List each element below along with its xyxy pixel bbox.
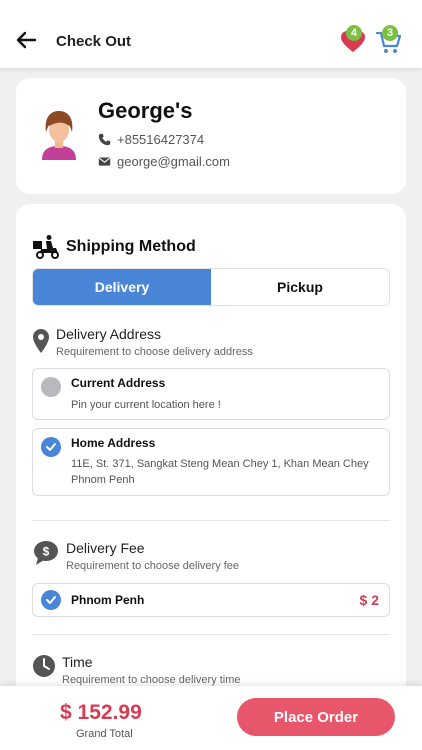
svg-text:$: $ <box>43 545 50 559</box>
delivery-address-title: Delivery Address <box>56 326 162 342</box>
fee-option-phnom-penh[interactable]: Phnom Penh $ 2 <box>32 583 390 617</box>
address-option-current[interactable]: Current Address Pin your current locatio… <box>32 368 390 420</box>
phone-icon <box>98 133 111 146</box>
delivery-address-header: Delivery Address Requirement to choose d… <box>32 326 253 358</box>
grand-total-amount: $ 152.99 <box>60 701 142 724</box>
location-pin-icon <box>33 329 49 353</box>
address-option-detail: Pin your current location here ! <box>71 399 221 411</box>
cart-count-badge: 3 <box>382 25 398 41</box>
address-option-detail: 11E, St. 371, Sangkat Steng Mean Chey 1,… <box>71 458 369 486</box>
shipping-method-title: Shipping Method <box>66 238 196 255</box>
place-order-button[interactable]: Place Order <box>237 698 395 736</box>
address-option-title: Current Address <box>71 376 166 390</box>
profile-name: George's <box>98 98 193 123</box>
shipping-method-tabs: Delivery Pickup <box>32 268 390 306</box>
envelope-icon <box>98 157 111 166</box>
tab-delivery[interactable]: Delivery <box>33 269 211 305</box>
back-arrow-icon[interactable] <box>14 28 38 52</box>
delivery-fee-header: $ Delivery Fee Requirement to choose del… <box>32 540 239 572</box>
radio-checked-icon[interactable] <box>41 590 61 610</box>
clock-icon <box>33 655 55 677</box>
profile-card: George's +85516427374 george@gmail.com <box>16 78 406 194</box>
delivery-scooter-icon <box>33 235 59 259</box>
radio-checked-icon[interactable] <box>41 437 61 457</box>
profile-email: george@gmail.com <box>117 154 230 169</box>
delivery-fee-subtitle: Requirement to choose delivery fee <box>66 560 240 572</box>
checkout-footer: $ 152.99 Grand Total Place Order <box>0 686 422 750</box>
shipping-method-header: Shipping Method <box>32 234 196 260</box>
radio-unselected-icon[interactable] <box>41 377 61 397</box>
delivery-fee-title: Delivery Fee <box>66 540 145 556</box>
section-divider <box>32 520 390 521</box>
time-header: Time Requirement to choose delivery time <box>32 654 241 686</box>
profile-phone-row: +85516427374 <box>98 132 204 147</box>
time-subtitle: Requirement to choose delivery time <box>62 674 241 686</box>
fee-option-price: $ 2 <box>359 592 379 608</box>
fee-option-title: Phnom Penh <box>71 593 145 607</box>
wishlist-count-badge: 4 <box>346 25 362 41</box>
top-bar: Check Out 4 3 <box>0 0 422 68</box>
avatar <box>42 111 76 160</box>
profile-email-row: george@gmail.com <box>98 154 230 169</box>
delivery-address-subtitle: Requirement to choose delivery address <box>56 346 253 358</box>
tab-pickup[interactable]: Pickup <box>211 269 389 305</box>
profile-phone: +85516427374 <box>117 132 205 147</box>
section-divider <box>32 634 390 635</box>
grand-total-label: Grand Total <box>76 728 133 740</box>
checkout-card: Shipping Method Delivery Pickup Delivery… <box>16 204 406 750</box>
time-title: Time <box>62 654 93 670</box>
dollar-chat-icon: $ <box>34 541 58 565</box>
page-title: Check Out <box>56 33 132 50</box>
address-option-home[interactable]: Home Address 11E, St. 371, Sangkat Steng… <box>32 428 390 496</box>
address-option-title: Home Address <box>71 436 156 450</box>
